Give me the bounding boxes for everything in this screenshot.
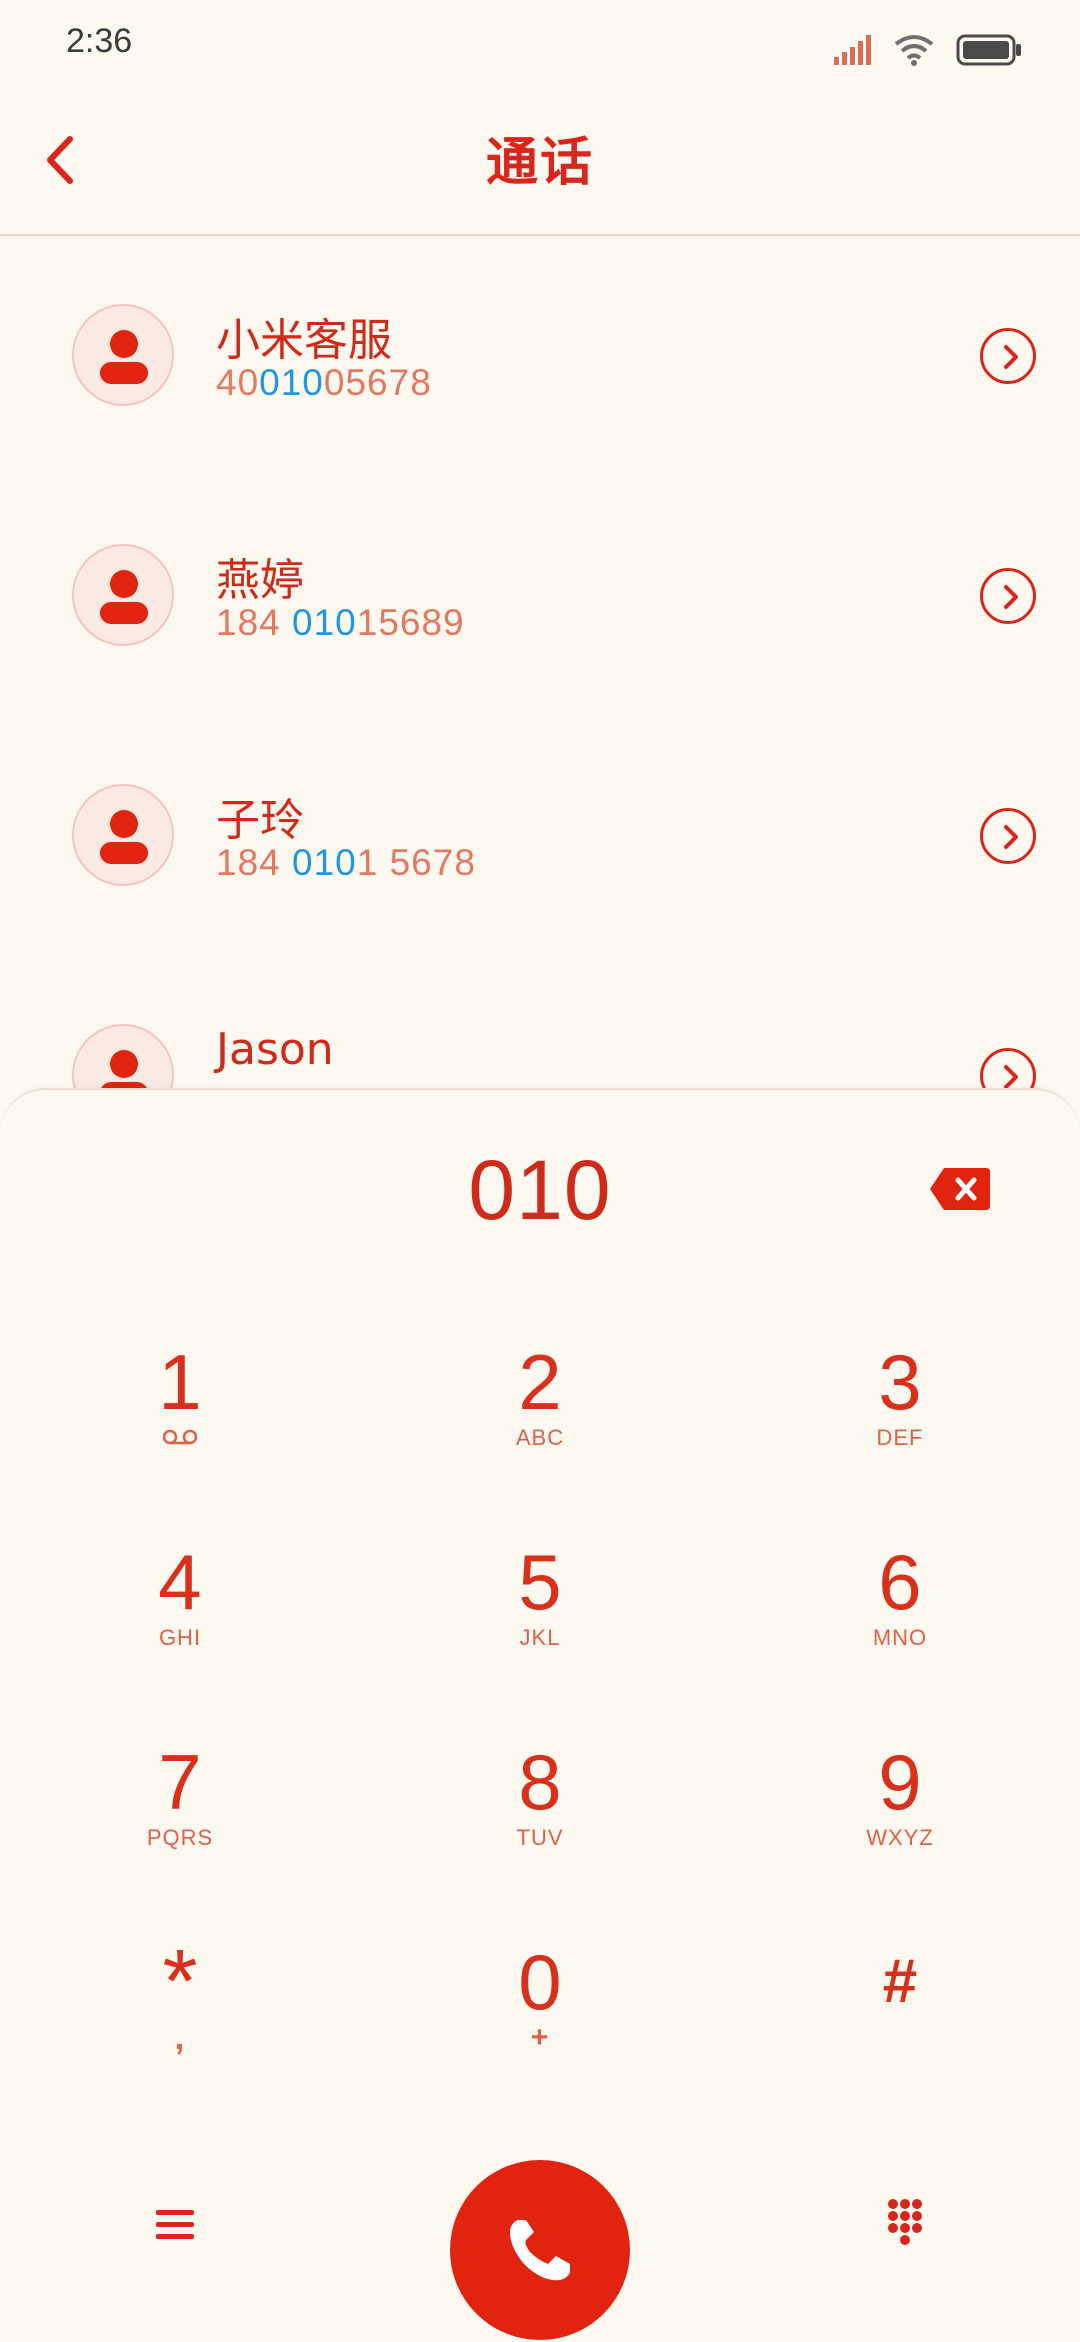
chevron-right-icon <box>1004 585 1018 609</box>
contact-name: 子玲 <box>216 795 304 846</box>
key-letters: JKL <box>519 1625 561 1650</box>
key-letters: TUV <box>516 1825 564 1850</box>
person-icon <box>100 810 148 864</box>
wifi-icon <box>894 35 934 66</box>
battery-icon <box>956 34 1021 66</box>
avatar <box>72 304 174 406</box>
menu-icon <box>156 2210 194 2239</box>
avatar <box>72 784 174 886</box>
number-suffix: 05678 <box>323 362 432 403</box>
dialer-bottom-bar <box>0 2120 1080 2340</box>
voicemail-icon <box>162 1429 198 1445</box>
contact-name: Jason <box>216 1024 334 1075</box>
dial-key-1[interactable]: 1 <box>80 1340 280 1490</box>
key-letters: , <box>174 2019 186 2057</box>
key-digit: 6 <box>878 1538 922 1626</box>
contact-name: 小米客服 <box>216 315 392 366</box>
avatar <box>72 544 174 646</box>
contact-row[interactable]: 小米客服 4001005678 <box>0 236 1080 476</box>
contact-list: 小米客服 4001005678 燕婷 184 01015689 子玲 184 0… <box>0 236 1080 1096</box>
person-icon <box>100 570 148 624</box>
chevron-right-icon <box>1004 1065 1018 1089</box>
contact-detail-button[interactable] <box>980 328 1036 384</box>
dialpad-panel: 010 1 2 ABC 3 DEF 4 GHI 5 JKL 6 MNO 7 PQ… <box>0 1088 1080 2342</box>
dial-input-display[interactable]: 010 <box>0 1142 1080 1239</box>
contact-detail-button[interactable] <box>980 808 1036 864</box>
dial-key-9[interactable]: 9 WXYZ <box>800 1740 1000 1890</box>
key-digit: 8 <box>518 1738 562 1826</box>
key-digit: 7 <box>158 1738 202 1826</box>
chevron-right-icon <box>1004 825 1018 849</box>
person-icon <box>100 330 148 384</box>
key-digit: 0 <box>518 1938 562 2026</box>
key-letters: DEF <box>876 1425 924 1450</box>
key-letters: PQRS <box>146 1825 214 1850</box>
call-button[interactable] <box>450 2160 630 2340</box>
dial-key-4[interactable]: 4 GHI <box>80 1540 280 1690</box>
page-title: 通话 <box>485 133 594 193</box>
backspace-button[interactable] <box>928 1166 992 1212</box>
number-match: 010 <box>292 602 357 643</box>
dial-key-2[interactable]: 2 ABC <box>440 1340 640 1490</box>
status-time: 2:36 <box>66 22 133 60</box>
contact-row[interactable]: Jason <box>0 956 1080 1096</box>
key-letters: MNO <box>872 1625 928 1650</box>
dial-key-5[interactable]: 5 JKL <box>440 1540 640 1690</box>
contact-row[interactable]: 子玲 184 0101 5678 <box>0 716 1080 956</box>
key-digit: 9 <box>878 1738 922 1826</box>
contact-detail-button[interactable] <box>980 568 1036 624</box>
dial-key-hash[interactable]: # <box>800 1940 1000 2090</box>
key-digit: 2 <box>518 1338 562 1426</box>
key-digit: * <box>162 1932 198 2032</box>
dial-key-3[interactable]: 3 DEF <box>800 1340 1000 1490</box>
status-icons <box>832 30 1022 70</box>
dialpad-icon <box>888 2199 922 2245</box>
dial-key-7[interactable]: 7 PQRS <box>80 1740 280 1890</box>
number-suffix: 15689 <box>356 602 465 643</box>
contact-number: 184 01015689 <box>216 602 465 644</box>
contact-row[interactable]: 燕婷 184 01015689 <box>0 476 1080 716</box>
key-letters: + <box>530 2021 550 2054</box>
dial-key-star[interactable]: * , <box>80 1932 280 2090</box>
dial-key-6[interactable]: 6 MNO <box>800 1540 1000 1690</box>
number-prefix: 184 <box>216 602 293 643</box>
backspace-icon <box>930 1168 990 1210</box>
key-digit: 3 <box>878 1338 922 1426</box>
contact-name: 燕婷 <box>216 555 304 606</box>
menu-button[interactable] <box>140 2190 210 2260</box>
key-letters: ABC <box>515 1425 565 1450</box>
chevron-right-icon <box>1004 345 1018 369</box>
signal-icon <box>834 35 871 65</box>
header: 通话 <box>0 90 1080 236</box>
number-match: 010 <box>259 362 324 403</box>
dial-key-8[interactable]: 8 TUV <box>440 1740 640 1890</box>
number-prefix: 184 <box>216 842 293 883</box>
key-letters <box>80 1424 280 1452</box>
key-digit: 1 <box>158 1338 202 1426</box>
number-match: 010 <box>292 842 357 883</box>
contact-number: 4001005678 <box>216 362 432 404</box>
key-letters: WXYZ <box>866 1825 934 1850</box>
dialpad-toggle-button[interactable] <box>870 2188 940 2258</box>
key-digit: 4 <box>158 1538 202 1626</box>
contact-number: 184 0101 5678 <box>216 842 476 884</box>
number-suffix: 1 5678 <box>356 842 476 883</box>
status-bar: 2:36 <box>0 0 1080 90</box>
dial-key-0[interactable]: 0 + <box>440 1940 640 2090</box>
key-letters: GHI <box>158 1625 202 1650</box>
key-digit: # <box>882 1947 918 2016</box>
avatar <box>72 1024 174 1096</box>
key-digit: 5 <box>518 1538 562 1626</box>
number-prefix: 40 <box>216 362 260 403</box>
phone-icon <box>509 2220 570 2281</box>
